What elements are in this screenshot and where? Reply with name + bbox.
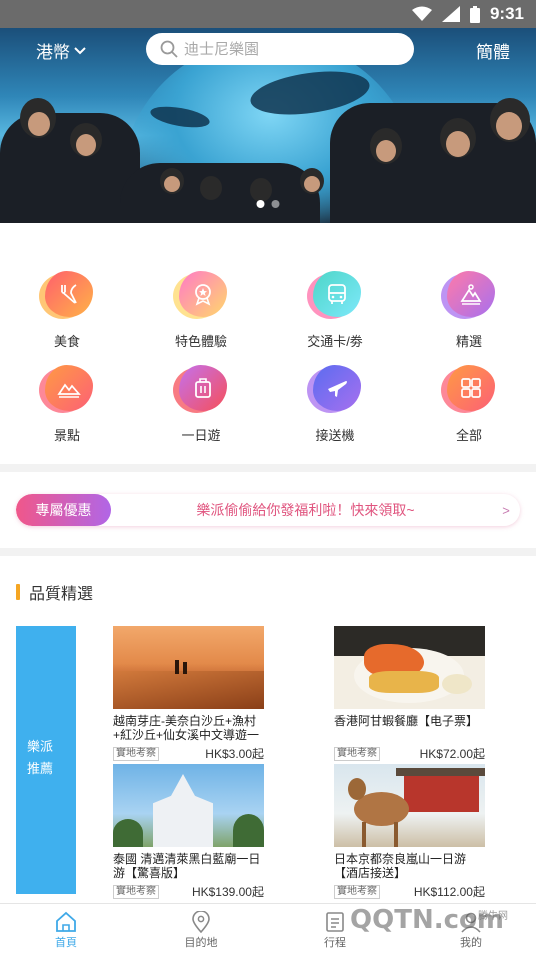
nav-home[interactable]: 首頁	[31, 910, 101, 950]
product-price: HK$3.00起	[205, 747, 264, 761]
language-toggle[interactable]: 簡體	[476, 38, 510, 63]
category-food[interactable]: 美食	[17, 271, 117, 350]
category-all[interactable]: 全部	[419, 365, 519, 444]
category-featured[interactable]: 精選	[419, 271, 519, 350]
category-label: 一日遊	[181, 428, 221, 443]
chevron-down-icon	[74, 46, 86, 54]
product-title: 日本京都奈良嵐山一日游【酒店接送】	[334, 852, 467, 880]
search-icon	[160, 40, 178, 58]
category-label: 接送機	[315, 428, 355, 443]
product-tag: 實地考察	[113, 746, 159, 761]
promo-banner[interactable]: 專屬優惠 樂派偷偷給你發福利啦！快來領取~ >	[16, 494, 520, 526]
carousel-dot[interactable]	[271, 200, 280, 208]
nav-label: 首頁	[55, 937, 77, 949]
nav-destinations[interactable]: 目的地	[166, 910, 236, 950]
product-price: HK$72.00起	[419, 747, 485, 761]
currency-selector[interactable]: 港幣	[36, 38, 86, 63]
carousel-dot[interactable]	[256, 200, 265, 208]
status-icons: 9:31	[411, 4, 524, 24]
location-pin-icon	[192, 911, 210, 933]
product-image	[113, 764, 264, 847]
category-day-tour[interactable]: 一日遊	[151, 365, 251, 444]
section-header: 品質精選	[16, 580, 93, 604]
itinerary-icon	[326, 912, 344, 932]
nav-label: 行程	[324, 937, 346, 949]
airplane-icon	[328, 381, 347, 397]
promo-section: 專屬優惠 樂派偷偷給你發福利啦！快來領取~ >	[0, 472, 536, 548]
landscape-icon	[57, 383, 81, 398]
category-experience[interactable]: 特色體驗	[151, 271, 251, 350]
product-image	[334, 626, 485, 709]
search-bar[interactable]	[146, 33, 414, 65]
wifi-icon	[411, 6, 432, 21]
product-title: 香港阿甘蝦餐廳【电子票】	[334, 714, 479, 728]
hero-banner[interactable]: 港幣 簡體	[0, 28, 536, 223]
home-icon	[56, 911, 76, 932]
promo-tag: 專屬優惠	[16, 494, 111, 526]
product-card[interactable]: 日本京都奈良嵐山一日游【酒店接送】 實地考察 HK$112.00起	[334, 764, 485, 900]
recommend-panel[interactable]: 樂派 推薦	[16, 626, 76, 894]
product-card[interactable]: 越南芽庄-美奈白沙丘+漁村+紅沙丘+仙女溪中文導遊一 實地考察 HK$3.00起	[113, 626, 264, 762]
product-tag: 實地考察	[113, 884, 159, 899]
category-label: 精選	[455, 334, 482, 349]
section-title: 品質精選	[29, 586, 94, 603]
watermark-text: 腾牛网	[478, 911, 508, 922]
experience-badge-icon	[195, 284, 211, 306]
product-tag: 實地考察	[334, 884, 380, 899]
product-title: 越南芽庄-美奈白沙丘+漁村+紅沙丘+仙女溪中文導遊一	[113, 714, 260, 742]
product-card[interactable]: 泰國 清邁清萊黑白藍廟一日游【驚喜版】 實地考察 HK$139.00起	[113, 764, 264, 900]
signal-icon	[441, 6, 460, 22]
category-transport[interactable]: 交通卡/劵	[285, 271, 385, 350]
product-image	[113, 626, 264, 709]
currency-label: 港幣	[36, 43, 70, 62]
grid-icon	[461, 378, 481, 398]
category-label: 交通卡/劵	[307, 334, 363, 349]
recommend-label: 樂派	[27, 739, 54, 754]
recommend-label: 推薦	[27, 761, 54, 776]
battery-icon	[469, 5, 480, 23]
product-price: HK$139.00起	[191, 885, 264, 899]
food-icon	[61, 284, 77, 304]
title-accent-bar	[16, 584, 20, 600]
category-label: 美食	[53, 334, 80, 349]
mountain-icon	[460, 284, 482, 305]
promo-text: 樂派偷偷給你發福利啦！快來領取~	[196, 502, 415, 518]
category-label: 特色體驗	[174, 334, 227, 349]
product-price: HK$112.00起	[413, 885, 485, 899]
category-airport-transfer[interactable]: 接送機	[285, 365, 385, 444]
status-time: 9:31	[489, 4, 524, 23]
luggage-icon	[195, 378, 211, 398]
category-attractions[interactable]: 景點	[17, 365, 117, 444]
nav-label: 我的	[460, 937, 482, 949]
carousel-dots	[256, 200, 280, 208]
bus-icon	[328, 284, 346, 304]
promo-arrow: >	[502, 502, 510, 518]
product-card[interactable]: 香港阿甘蝦餐廳【电子票】 實地考察 HK$72.00起	[334, 626, 485, 762]
nav-label: 目的地	[184, 937, 218, 949]
quality-section: 品質精選 樂派 推薦 越南芽庄-美奈白沙丘+漁村+紅沙丘+仙女溪中文導遊一 實地…	[0, 556, 536, 903]
product-image	[334, 764, 485, 847]
category-label: 景點	[53, 428, 80, 443]
product-title: 泰國 清邁清萊黑白藍廟一日游【驚喜版】	[113, 852, 261, 880]
search-input[interactable]	[184, 40, 384, 58]
category-label: 全部	[455, 428, 482, 443]
product-tag: 實地考察	[334, 746, 380, 761]
status-bar: 9:31	[0, 0, 536, 28]
category-grid: 美食 特色體驗 交通卡/劵 精選 景點 一日遊 接送機 全部	[0, 223, 536, 464]
